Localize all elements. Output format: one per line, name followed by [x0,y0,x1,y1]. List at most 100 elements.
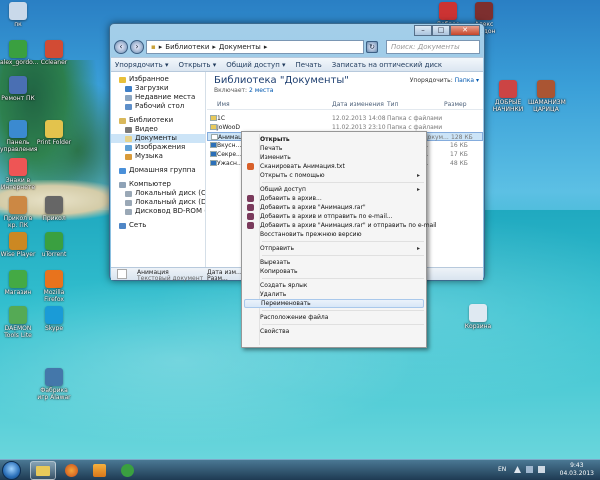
desktop-icon[interactable]: Знаки в Интернете [0,158,36,191]
nav-item[interactable]: Домашняя группа [111,166,205,175]
column-type[interactable]: Тип [387,101,399,108]
column-size[interactable]: Размер [444,101,467,108]
nav-item[interactable]: Музыка [111,152,205,161]
desktop-icon[interactable]: Skype [36,306,72,332]
menu-item[interactable]: Добавить в архив "Анимация.rar" и отправ… [244,221,437,230]
menu-item[interactable]: Изменить [244,153,424,162]
desktop-icon[interactable]: пк [0,2,36,28]
nav-item[interactable]: Дисковод BD-ROM (F:) T [111,207,205,216]
desktop-icon[interactable]: ДОБРЫЕ НАЧИНКИ [490,80,526,113]
desktop-icon[interactable]: Корзина [460,304,496,330]
burn-button[interactable]: Записать на оптический диск [332,61,442,69]
column-name[interactable]: Имя [217,101,230,108]
command-bar: Упорядочить ▾ Открыть ▾ Общий доступ ▾ П… [111,57,483,72]
menu-item[interactable]: Удалить [244,290,424,299]
nav-item[interactable]: Недавние места [111,93,205,102]
arrange-by-dropdown[interactable]: Папка ▾ [455,77,479,84]
print-button[interactable]: Печать [296,61,322,69]
desktop-icon[interactable]: Mozilla Firefox [36,270,72,303]
menu-item[interactable]: Копировать [244,267,424,276]
document-icon [210,142,217,148]
taskbar-media-button[interactable] [86,461,112,480]
maximize-button[interactable]: □ [432,25,450,36]
desktop-icon[interactable]: Фабрика игр Alawar [36,368,72,401]
minimize-button[interactable]: – [414,25,432,36]
breadcrumb-item[interactable]: Документы [219,43,261,51]
desktop-icon-label: Ccleaner [40,59,68,66]
menu-item[interactable]: Вырезать [244,258,424,267]
desktop-icon-label: alex_gordo... [0,59,39,66]
desktop-icon[interactable]: alex_gordo... [0,40,39,66]
details-size-label: Разм... [207,275,228,282]
nav-item[interactable]: Загрузки [111,84,205,93]
desktop-icon[interactable]: Панель управления [0,120,37,153]
menu-item[interactable]: Создать ярлык [244,281,424,290]
menu-item[interactable]: Отправить ▸ [244,244,424,253]
menu-item[interactable]: Переименовать [244,299,424,308]
share-button[interactable]: Общий доступ ▾ [226,61,285,69]
menu-item[interactable]: Свойства [244,327,424,336]
taskbar-firefox-button[interactable] [58,461,84,480]
menu-item[interactable]: Открыть [244,135,424,144]
start-button[interactable] [2,461,21,480]
language-indicator[interactable]: EN [498,466,506,473]
menu-item[interactable]: Сканировать Анимация.txt [244,162,424,171]
desktop-icon[interactable]: uTorrent [36,232,72,258]
menu-item[interactable]: Добавить в архив... [244,194,424,203]
desktop-icon[interactable]: Ремонт ПК [0,76,36,102]
desktop-icon[interactable]: ШАМАНИЗМ ЦАРИЦА [528,80,566,113]
document-icon [210,151,217,157]
nav-item[interactable]: Библиотеки [111,116,205,125]
menu-item[interactable]: Добавить в архив и отправить по e-mail..… [244,212,424,221]
taskbar-explorer-button[interactable] [30,461,56,480]
close-button[interactable]: ✕ [450,25,480,36]
desktop-icon[interactable]: Магазин [0,270,36,296]
nav-item[interactable]: Локальный диск (D:) [111,198,205,207]
nav-item-icon [125,103,132,110]
nav-item[interactable]: Документы [111,134,205,143]
address-bar[interactable]: ▪ ▸ Библиотеки ▸ Документы ▸ [146,40,364,54]
nav-item[interactable]: Видео [111,125,205,134]
nav-item-label: Недавние места [135,93,196,101]
nav-item[interactable]: Локальный диск (C:) [111,189,205,198]
desktop-icon-label: ДОБРЫЕ НАЧИНКИ [492,99,524,113]
volume-icon[interactable] [538,466,545,473]
menu-item-icon [247,213,254,220]
nav-item[interactable]: Компьютер [111,180,205,189]
menu-item[interactable]: Общий доступ ▸ [244,185,424,194]
refresh-icon[interactable]: ↻ [366,41,378,53]
details-file-type: Текстовый документ [137,275,204,282]
window-titlebar[interactable]: – □ ✕ [110,24,484,38]
desktop-icon[interactable]: Wise Player [0,232,36,258]
column-date[interactable]: Дата изменения [332,101,384,108]
menu-item[interactable]: Открыть с помощью ▸ [244,171,424,180]
breadcrumb-item[interactable]: Библиотеки [165,43,209,51]
includes-link[interactable]: 2 места [249,87,273,94]
show-hidden-icons-icon[interactable] [514,466,521,473]
menu-item[interactable]: Добавить в архив "Анимация.rar" [244,203,424,212]
desktop-app-icon [9,306,27,324]
clock[interactable]: 9:43 04.03.2013 [560,462,594,478]
organize-button[interactable]: Упорядочить ▾ [115,61,169,69]
file-thumbnail-icon [117,269,127,279]
taskbar-utorrent-button[interactable] [114,461,140,480]
nav-item[interactable]: Избранное [111,75,205,84]
desktop-icon[interactable]: Ccleaner [36,40,72,66]
menu-item[interactable]: Печать [244,144,424,153]
network-icon[interactable] [526,466,533,473]
menu-item-label: Добавить в архив... [260,195,322,202]
desktop-icon[interactable]: DAEMON Tools Lite [0,306,36,339]
open-button[interactable]: Открыть ▾ [179,61,217,69]
desktop-icon[interactable]: Прикол в кр. ПК [0,196,36,229]
search-input[interactable]: Поиск: Документы [386,40,480,54]
forward-icon[interactable]: › [130,40,144,54]
nav-item[interactable]: Сеть [111,221,205,230]
menu-item[interactable]: Расположение файла [244,313,424,322]
menu-item[interactable]: Восстановить прежнюю версию [244,230,424,239]
desktop-icon[interactable]: Прикол [36,196,72,222]
file-row[interactable]: 1C 12.02.2013 14:08 Папка с файлами [207,114,483,123]
nav-item[interactable]: Изображения [111,143,205,152]
desktop-icon[interactable]: Print Folder [36,120,72,146]
nav-item[interactable]: Рабочий стол [111,102,205,111]
back-icon[interactable]: ‹ [114,40,128,54]
